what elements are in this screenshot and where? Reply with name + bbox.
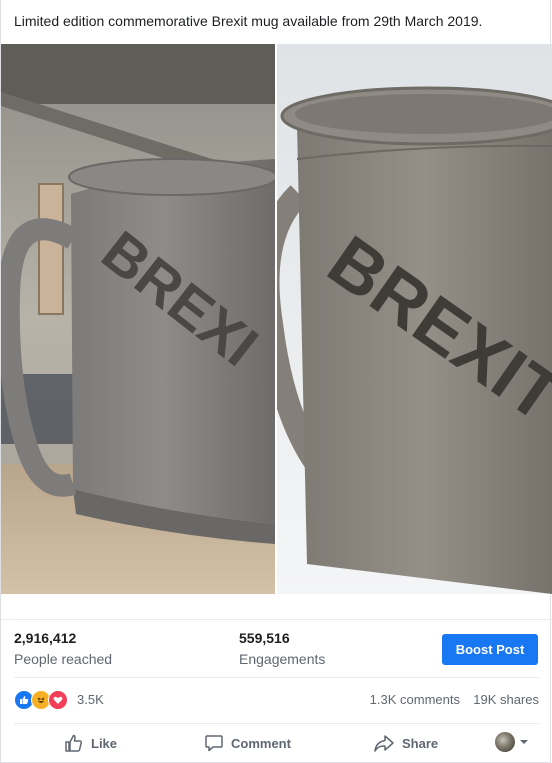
- engagements-stat: 559,516 Engagements: [239, 630, 325, 667]
- post-caption: Limited edition commemorative Brexit mug…: [14, 13, 483, 29]
- comment-button[interactable]: Comment: [204, 733, 291, 753]
- avatar: [495, 732, 515, 752]
- mug-photo-left[interactable]: BREXI: [1, 44, 275, 594]
- mug-photo-right[interactable]: BREXIT: [277, 44, 552, 594]
- photo-grid: BREXI BREXIT: [1, 44, 552, 594]
- post-card: Limited edition commemorative Brexit mug…: [0, 0, 552, 763]
- reaction-icons[interactable]: [14, 690, 68, 710]
- reaction-count[interactable]: 3.5K: [77, 692, 104, 707]
- share-label: Share: [402, 735, 439, 751]
- share-button[interactable]: Share: [373, 733, 438, 753]
- people-reached-stat: 2,916,412 People reached: [14, 630, 112, 667]
- comments-count[interactable]: 1.3K comments: [370, 692, 460, 707]
- like-button[interactable]: Like: [64, 733, 117, 753]
- share-icon: [374, 735, 394, 752]
- insights-bar: 2,916,412 People reached 559,516 Engagem…: [1, 619, 552, 678]
- post-as-selector[interactable]: [495, 732, 530, 752]
- chevron-down-icon: [520, 740, 528, 744]
- engagements-label: Engagements: [239, 651, 326, 667]
- people-reached-label: People reached: [14, 651, 113, 667]
- comment-icon: [205, 735, 223, 752]
- engagements-value: 559,516: [239, 630, 290, 646]
- shares-count[interactable]: 19K shares: [473, 692, 539, 707]
- like-label: Like: [91, 735, 118, 751]
- thumbs-up-icon: [65, 734, 83, 752]
- post-action-bar: Like Comment Share: [14, 724, 539, 762]
- reactions-summary: 3.5K 1.3K comments 19K shares: [14, 677, 539, 724]
- boost-post-button[interactable]: Boost Post: [442, 634, 538, 665]
- people-reached-value: 2,916,412: [14, 630, 77, 646]
- engagement-counts: 1.3K comments 19K shares: [370, 692, 539, 707]
- comment-label: Comment: [231, 735, 291, 751]
- love-icon: [48, 690, 68, 710]
